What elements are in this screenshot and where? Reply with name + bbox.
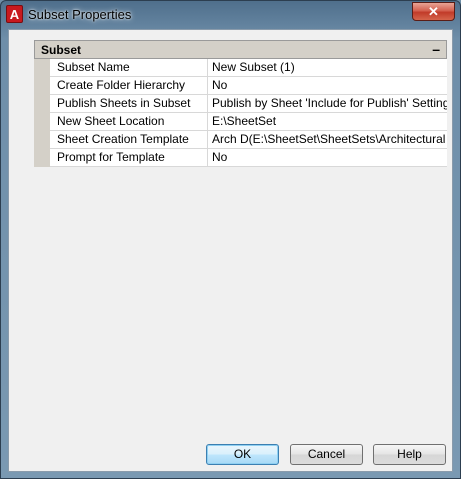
property-value[interactable]: No	[208, 77, 447, 95]
property-value[interactable]: Publish by Sheet 'Include for Publish' S…	[208, 95, 447, 113]
subset-properties-dialog: A Subset Properties ✕ Subset – Subset Na…	[0, 0, 461, 479]
property-grid-gutter	[34, 59, 50, 167]
cancel-button[interactable]: Cancel	[290, 444, 363, 465]
property-row-sheet-creation-template[interactable]: Sheet Creation Template Arch D(E:\SheetS…	[50, 131, 447, 149]
collapse-icon[interactable]: –	[432, 41, 440, 57]
close-button[interactable]: ✕	[412, 2, 455, 21]
property-grid: Subset – Subset Name New Subset (1) Crea…	[34, 40, 447, 200]
property-name: Prompt for Template	[50, 149, 208, 167]
title-bar[interactable]: A Subset Properties ✕	[1, 1, 460, 29]
property-name: New Sheet Location	[50, 113, 208, 131]
dialog-client-area: Subset – Subset Name New Subset (1) Crea…	[8, 29, 453, 472]
property-row-new-sheet-location[interactable]: New Sheet Location E:\SheetSet	[50, 113, 447, 131]
property-name: Create Folder Hierarchy	[50, 77, 208, 95]
property-value[interactable]: No	[208, 149, 447, 167]
close-icon: ✕	[428, 4, 439, 19]
property-name: Sheet Creation Template	[50, 131, 208, 149]
ok-button[interactable]: OK	[206, 444, 279, 465]
property-row-create-folder-hierarchy[interactable]: Create Folder Hierarchy No	[50, 77, 447, 95]
property-name: Subset Name	[50, 59, 208, 77]
property-value[interactable]: New Subset (1)	[208, 59, 447, 77]
property-row-prompt-for-template[interactable]: Prompt for Template No	[50, 149, 447, 167]
help-button[interactable]: Help	[373, 444, 446, 465]
property-row-publish-sheets[interactable]: Publish Sheets in Subset Publish by Shee…	[50, 95, 447, 113]
autocad-app-icon: A	[6, 5, 23, 23]
property-row-subset-name[interactable]: Subset Name New Subset (1)	[50, 59, 447, 77]
property-value[interactable]: E:\SheetSet	[208, 113, 447, 131]
category-header-subset[interactable]: Subset –	[34, 40, 447, 59]
window-title: Subset Properties	[28, 7, 132, 22]
property-value[interactable]: Arch D(E:\SheetSet\SheetSets\Architectur…	[208, 131, 447, 149]
property-name: Publish Sheets in Subset	[50, 95, 208, 113]
category-title: Subset	[41, 43, 82, 57]
